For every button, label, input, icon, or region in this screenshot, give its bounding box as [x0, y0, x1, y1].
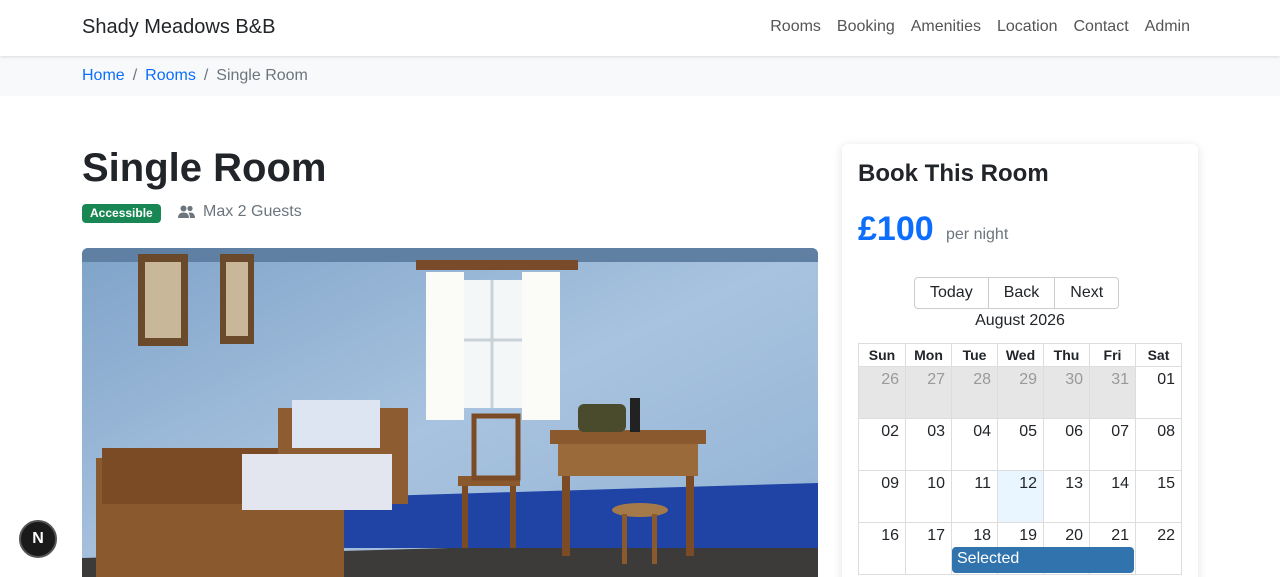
weekday-label: Thu [1043, 344, 1089, 366]
calendar-day-cell-today[interactable]: 12 [997, 471, 1043, 522]
breadcrumb-current: Single Room [216, 67, 308, 84]
brand-logo[interactable]: Shady Meadows B&B [82, 16, 275, 39]
booking-calendar: Sun Mon Tue Wed Thu Fri Sat 26 27 28 29 … [858, 343, 1182, 575]
calendar-day-cell[interactable]: 11 [951, 471, 997, 522]
calendar-day-cell[interactable]: 14 [1089, 471, 1135, 522]
breadcrumb-rooms[interactable]: Rooms [145, 67, 196, 85]
calendar-day-cell[interactable]: 30 [1043, 367, 1089, 418]
calendar-day-cell[interactable]: 10 [905, 471, 951, 522]
accessible-badge: Accessible [82, 204, 161, 223]
today-button[interactable]: Today [914, 277, 989, 309]
weekday-label: Tue [951, 344, 997, 366]
nav-links: Rooms Booking Amenities Location Contact… [770, 18, 1190, 36]
calendar-day-cell[interactable]: 03 [905, 419, 951, 470]
nav-admin[interactable]: Admin [1145, 18, 1190, 36]
people-icon [178, 205, 195, 218]
nav-booking[interactable]: Booking [837, 18, 895, 36]
calendar-week: 16 17 18 19 20 21 22 Selected [859, 522, 1181, 574]
weekday-label: Sat [1135, 344, 1181, 366]
calendar-day-cell[interactable]: 15 [1135, 471, 1181, 522]
nav-amenities[interactable]: Amenities [911, 18, 981, 36]
nav-location[interactable]: Location [997, 18, 1058, 36]
breadcrumb-separator: / [132, 67, 138, 84]
calendar-month-label: August 2026 [975, 312, 1065, 329]
calendar-toolbar: Today Back Next [914, 277, 1120, 309]
calendar-day-cell[interactable]: 06 [1043, 419, 1089, 470]
calendar-day-cell[interactable]: 09 [859, 471, 905, 522]
calendar-day-cell[interactable]: 31 [1089, 367, 1135, 418]
calendar-day-cell[interactable]: 01 [1135, 367, 1181, 418]
nav-contact[interactable]: Contact [1074, 18, 1129, 36]
weekday-label: Fri [1089, 344, 1135, 366]
nav-rooms[interactable]: Rooms [770, 18, 821, 36]
weekday-label: Sun [868, 347, 896, 363]
breadcrumb: Home / Rooms / Single Room [82, 67, 308, 85]
calendar-day-cell[interactable]: 05 [997, 419, 1043, 470]
room-photo [82, 248, 818, 577]
calendar-day-cell[interactable]: 28 [951, 367, 997, 418]
calendar-day-cell[interactable]: 07 [1089, 419, 1135, 470]
breadcrumb-separator: / [203, 67, 209, 84]
selected-dates-event[interactable]: Selected [952, 547, 1134, 573]
calendar-day-cell[interactable]: 16 [859, 523, 905, 574]
calendar-day-cell[interactable]: 27 [905, 367, 951, 418]
calendar-week: 26 27 28 29 30 31 01 [859, 366, 1181, 418]
page-title: Single Room [82, 146, 327, 190]
guest-capacity-label: Max 2 Guests [203, 203, 302, 220]
breadcrumb-home[interactable]: Home [82, 67, 125, 85]
calendar-day-cell[interactable]: 04 [951, 419, 997, 470]
next-button[interactable]: Next [1055, 277, 1120, 309]
nextjs-devtools-button[interactable]: N [19, 520, 57, 558]
calendar-day-cell[interactable]: 17 [905, 523, 951, 574]
booking-title: Book This Room [858, 160, 1049, 187]
navbar: Shady Meadows B&B Rooms Booking Amenitie… [0, 0, 1280, 56]
calendar-day-cell[interactable]: 08 [1135, 419, 1181, 470]
calendar-day-cell[interactable]: 29 [997, 367, 1043, 418]
booking-card: Book This Room £100 per night Today Back… [842, 144, 1198, 577]
calendar-weekday-header: Sun Mon Tue Wed Thu Fri Sat [859, 344, 1181, 366]
calendar-week: 02 03 04 05 06 07 08 [859, 418, 1181, 470]
breadcrumb-bar: Home / Rooms / Single Room [0, 56, 1280, 96]
calendar-day-cell[interactable]: 26 [859, 367, 905, 418]
price-unit: per night [946, 226, 1009, 243]
guest-capacity: Max 2 Guests [178, 203, 302, 221]
weekday-label: Wed [997, 344, 1043, 366]
calendar-week: 09 10 11 12 13 14 15 [859, 470, 1181, 522]
calendar-day-cell[interactable]: 02 [859, 419, 905, 470]
calendar-day-cell[interactable]: 13 [1043, 471, 1089, 522]
weekday-label: Mon [905, 344, 951, 366]
calendar-day-cell[interactable]: 22 [1135, 523, 1181, 574]
room-price: £100 [858, 210, 934, 248]
back-button[interactable]: Back [988, 277, 1056, 309]
